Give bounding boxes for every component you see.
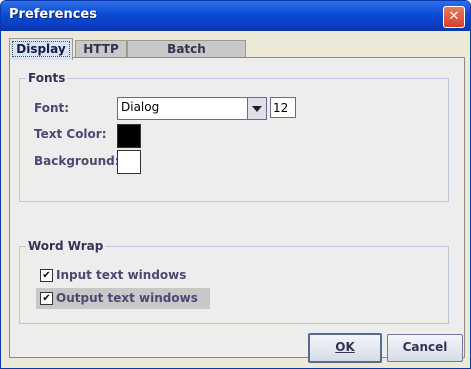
output-text-windows-option[interactable]: ✔ Output text windows [36,288,210,309]
preferences-dialog: Preferences ✕ Display HTTP Batch Process… [0,0,471,369]
font-dropdown[interactable]: Dialog [117,97,267,120]
checkmark-icon[interactable]: ✔ [40,269,53,282]
font-dropdown-value: Dialog [121,100,160,114]
window-title: Preferences [9,7,97,22]
tab-http-label: HTTP [83,42,119,56]
word-wrap-group-title: Word Wrap [26,239,106,253]
title-bar[interactable]: Preferences ✕ [1,1,470,31]
font-label: Font: [34,101,70,115]
tab-display-label: Display [12,41,70,57]
text-color-swatch[interactable] [117,124,141,148]
chevron-down-icon[interactable] [247,98,266,119]
output-text-windows-label: Output text windows [56,291,198,305]
checkmark-icon[interactable]: ✔ [40,292,53,305]
cancel-button-label: Cancel [402,340,448,354]
background-label: Background: [34,154,120,168]
text-color-label: Text Color: [34,127,107,141]
tab-display[interactable]: Display [9,38,73,60]
dialog-content: Display HTTP Batch Processing Fonts Font… [1,31,470,368]
input-text-windows-label: Input text windows [56,268,187,282]
fonts-group-title: Fonts [26,71,68,85]
font-size-input[interactable]: 12 [270,97,296,118]
background-color-swatch[interactable] [117,150,141,174]
ok-button-label: OK [335,340,355,354]
close-icon[interactable]: ✕ [443,6,465,28]
cancel-button[interactable]: Cancel [387,334,463,362]
ok-button[interactable]: OK [308,333,382,363]
fonts-group: Fonts Font: Dialog 12 Text Color: Backgr… [19,71,449,202]
tab-panel-display: Fonts Font: Dialog 12 Text Color: Backgr… [9,57,465,358]
input-text-windows-option[interactable]: ✔ Input text windows [36,265,210,286]
